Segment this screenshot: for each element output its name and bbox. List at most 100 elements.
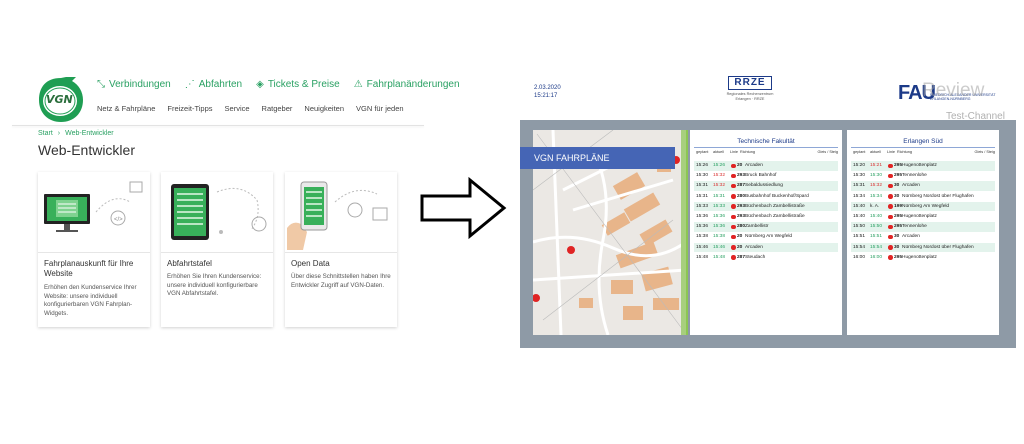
- departure-panel-erlangen-sued: Erlangen Süd geplant aktuell Linie Richt…: [847, 130, 999, 335]
- departure-row: 15:31 15:31 280 Busbahnhof Buckenhof/Spard: [694, 192, 838, 202]
- line-number: 199: [894, 203, 903, 209]
- bus-icon: [731, 173, 736, 179]
- nav-fahrplanaenderungen[interactable]: ⚠ Fahrplanänderungen: [354, 79, 460, 90]
- planned-time: 15:31: [853, 183, 866, 189]
- planned-time: 15:40: [853, 214, 866, 219]
- planned-time: 15:20: [853, 163, 866, 168]
- card-abfahrtstafel[interactable]: Abfahrtstafel Erhöhen Sie Ihren Kundense…: [161, 172, 273, 327]
- line-number: 287: [737, 183, 746, 189]
- planned-time: 15:46: [696, 244, 709, 250]
- card-title: Fahrplanauskunft für Ihre Website: [44, 259, 134, 278]
- svg-text:</>: </>: [114, 217, 123, 223]
- phone-illustration-icon: [287, 181, 388, 250]
- actual-time: 15:32: [713, 173, 726, 179]
- line-number: 293: [737, 203, 746, 209]
- nav-abfahrten[interactable]: ⋰ Abfahrten: [185, 79, 242, 90]
- page-title: Web-Entwickler: [38, 142, 135, 158]
- subnav-netz[interactable]: Netz & Fahrpläne: [97, 104, 155, 113]
- breadcrumb: Start › Web-Entwickler: [38, 130, 114, 137]
- bus-icon: [888, 173, 893, 179]
- departure-row: 15:34 15:34 30 Nürnberg Nordost über Flugha…: [851, 192, 995, 202]
- panel-title: Technische Fakultät: [737, 138, 795, 145]
- breadcrumb-current[interactable]: Web-Entwickler: [65, 130, 114, 137]
- subnav-service[interactable]: Service: [225, 104, 250, 113]
- bus-icon: [888, 224, 893, 230]
- destination: Arcaden: [745, 163, 763, 168]
- actual-time: 15:21: [870, 163, 883, 168]
- panel-title: Erlangen Süd: [903, 138, 943, 145]
- destination: Zambellistr: [745, 224, 769, 230]
- planned-time: 15:30: [853, 173, 866, 179]
- subnav-ratgeber[interactable]: Ratgeber: [262, 104, 293, 113]
- bus-icon: [731, 163, 736, 168]
- departure-row: 15:31 15:32 287 Sebaldussiedlung: [694, 181, 838, 191]
- subnav-freizeit[interactable]: Freizeit-Tipps: [167, 104, 212, 113]
- bus-icon: [731, 245, 736, 250]
- bus-icon: [888, 234, 893, 240]
- departure-panel-technische-fakultaet: Technische Fakultät geplant aktuell Lini…: [690, 130, 842, 335]
- line-number: 30: [894, 244, 900, 250]
- destination: Hugenottenplatz: [902, 254, 937, 260]
- planned-time: 15:30: [696, 173, 709, 179]
- bus-icon: [731, 234, 736, 240]
- departure-row: 15:38 15:38 20 Nürnberg Am Wegfeld: [694, 232, 838, 242]
- panel-header: geplant aktuell Linie Richtung Gleis / S…: [696, 150, 838, 154]
- actual-time: 15:51: [870, 234, 883, 240]
- actual-time: k. A.: [870, 203, 880, 209]
- planned-time: 15:31: [696, 193, 709, 199]
- destination: Sebaldussiedlung: [745, 183, 783, 189]
- card-description: Erhöhen Sie Ihren Kundenservice: unsere …: [167, 273, 262, 298]
- card-description: Erhöhen den Kundenservice Ihrer Website:…: [44, 284, 137, 317]
- display-datetime: 2.03.2020 15:21:17: [534, 84, 561, 100]
- destination: Arcaden: [902, 234, 920, 240]
- actual-time: 15:34: [870, 193, 883, 199]
- monitor-illustration-icon: </>: [44, 181, 143, 232]
- actual-time: 15:32: [870, 183, 883, 189]
- nav-tickets[interactable]: ◈ Tickets & Preise: [256, 79, 340, 90]
- arrow-right-icon: [420, 176, 507, 240]
- destination: Arcaden: [745, 244, 763, 250]
- bus-icon: [888, 163, 893, 168]
- destination: Nürnberg Am Wegfeld: [745, 234, 793, 240]
- departure-row: 16:00 16:00 295 Hugenottenplatz: [851, 253, 995, 263]
- subnav-vgn-fuer-jeden[interactable]: VGN für jeden: [356, 104, 404, 113]
- actual-time: 16:00: [870, 254, 883, 260]
- departure-row: 15:50 15:50 295 Tennenlohe: [851, 222, 995, 232]
- planned-time: 16:00: [853, 254, 866, 260]
- departure-row: 15:51 15:51 30 Arcaden: [851, 232, 995, 242]
- card-open-data[interactable]: Open Data Über diese Schnittstellen habe…: [285, 172, 397, 327]
- destination: Busbahnhof Buckenhof/Spard: [745, 193, 809, 199]
- departure-row: 15:36 15:36 293 Büchenbach Zambellistraße: [694, 212, 838, 222]
- destination: Bruck Bahnhof: [745, 173, 777, 179]
- actual-time: 15:36: [713, 224, 726, 230]
- nav-verbindungen[interactable]: ⤡ Verbindungen: [97, 79, 171, 90]
- departure-row: 15:40 k. A. 199 Nürnberg Am Wegfeld: [851, 201, 995, 212]
- bus-icon: [731, 224, 736, 230]
- destination: Hugenottenplatz: [902, 214, 937, 219]
- planned-time: 15:54: [853, 244, 866, 250]
- nav-label: Verbindungen: [109, 79, 171, 90]
- route-icon: ⤡: [97, 79, 105, 90]
- planned-time: 15:51: [853, 234, 866, 240]
- actual-time: 15:33: [713, 203, 726, 209]
- planned-time: 15:34: [853, 193, 866, 199]
- departure-row: 15:33 15:33 293 Büchenbach Zambellistraße: [694, 201, 838, 212]
- actual-time: 15:31: [713, 193, 726, 199]
- actual-time: 15:32: [713, 183, 726, 189]
- rrze-subtitle: Regionales Rechenzentrum Erlangen · RRZE: [726, 92, 774, 101]
- card-divider: [161, 252, 273, 253]
- card-fahrplanauskunft[interactable]: </> Fahrplanauskunft für Ihre Website Er…: [38, 172, 150, 327]
- chevron-right-icon: ›: [57, 130, 61, 137]
- main-navigation: ⤡ Verbindungen ⋰ Abfahrten ◈ Tickets & P…: [97, 79, 460, 90]
- planned-time: 15:36: [696, 214, 709, 219]
- departure-row: 15:48 15:48 287 Steudach: [694, 253, 838, 263]
- secondary-navigation: Netz & Fahrpläne Freizeit-Tipps Service …: [97, 104, 404, 113]
- destination: Tennenlohe: [902, 224, 927, 230]
- line-number: 30: [894, 193, 900, 199]
- card-divider: [38, 252, 150, 253]
- card-divider: [285, 252, 397, 253]
- breadcrumb-start[interactable]: Start: [38, 130, 53, 137]
- subnav-neuigkeiten[interactable]: Neuigkeiten: [304, 104, 344, 113]
- actual-time: 15:50: [870, 224, 883, 230]
- planned-time: 15:26: [696, 163, 709, 168]
